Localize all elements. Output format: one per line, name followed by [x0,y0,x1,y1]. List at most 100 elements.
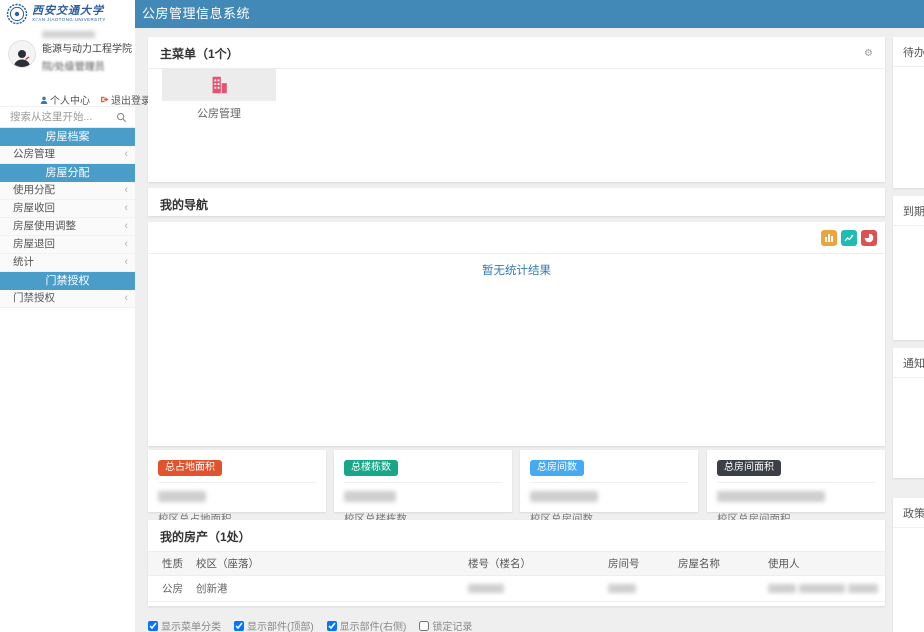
chevron-left-icon: ‹ [124,182,128,199]
sidebar-item-house-reclaim[interactable]: 房屋收回 ‹ [0,200,135,218]
university-name-cn: 西安交通大学 [32,5,106,16]
rail-panel-todo: 待办 [893,37,924,188]
option-show-menu-categories[interactable]: 显示菜单分类 [148,618,221,632]
property-table: 性质 校区（座落） 楼号（楼名） 房间号 房屋名称 使用人 公房 创新港 [148,552,885,602]
cell-campus: 创新港 [190,576,462,602]
search-input[interactable] [8,110,116,124]
rail-panel-title: 到期 [893,196,924,226]
university-name-en: XI'AN JIAOTONG UNIVERSITY [32,18,106,23]
sidebar-item-use-adjustment[interactable]: 房屋使用调整 ‹ [0,218,135,236]
sidebar-item-public-housing[interactable]: 公房管理 ‹ [0,146,135,164]
status-badge: 总房间面积 [717,460,781,476]
university-emblem-icon [6,3,28,25]
user-role-redacted: 院/处级管理员 [42,58,132,73]
menu-section-access-control: 门禁授权 [0,272,135,290]
left-sidebar: 能源与动力工程学院 院/处级管理员 个人中心 退出登录 [0,28,135,632]
divider [717,482,875,483]
line-chart-button[interactable] [841,230,857,246]
building-icon [208,74,230,96]
column-header: 房屋名称 [672,552,762,576]
option-label: 显示部件(右侧) [340,618,407,632]
cell-building-redacted [462,576,602,602]
pie-chart-icon [864,233,874,243]
checkbox[interactable] [419,621,429,631]
cell-users-redacted [762,576,885,602]
search-icon[interactable] [116,112,127,123]
my-navigation-title: 我的导航 [160,196,208,213]
status-badge: 总房间数 [530,460,584,476]
logout-link[interactable]: 退出登录 [100,92,151,107]
rail-panel-title: 通知 [893,348,924,378]
chevron-left-icon: ‹ [124,254,128,271]
tile-label: 公房管理 [162,105,276,121]
sidebar-item-statistics[interactable]: 统计 ‹ [0,254,135,272]
user-name-redacted [42,31,95,38]
rail-panel-policies: 政策 [893,498,924,632]
stat-value-redacted [344,491,396,502]
sidebar-item-use-allocation[interactable]: 使用分配 ‹ [0,182,135,200]
stat-tile-total-land-area: 总占地面积 校区总占地面积 [148,450,326,512]
person-cartoon-icon [12,47,32,67]
sidebar-item-label: 房屋收回 [13,200,55,217]
profile-link[interactable]: 个人中心 [40,92,90,107]
pie-chart-button[interactable] [861,230,877,246]
avatar[interactable] [8,40,36,68]
page-title: 公房管理信息系统 [142,0,250,28]
sidebar-item-label: 使用分配 [13,182,55,199]
my-navigation-card: 我的导航 [148,188,885,216]
housing-system-screen: 公房管理信息系统 西安交通大学 XI'AN JIAOTONG UNIVERSIT… [0,0,924,632]
logout-link-label: 退出登录 [111,92,151,107]
chevron-left-icon: ‹ [124,236,128,253]
sidebar-item-label: 统计 [13,254,34,271]
my-property-title: 我的房产（1处） [160,528,251,545]
my-property-card: 我的房产（1处） 性质 校区（座落） 楼号（楼名） 房间号 房屋名称 使用人 公… [148,520,885,606]
option-lock-records[interactable]: 锁定记录 [419,618,472,632]
user-icon [40,96,48,104]
divider [148,253,885,254]
chevron-left-icon: ‹ [124,218,128,235]
sidebar-item-label: 门禁授权 [13,290,55,307]
sidebar-item-house-return[interactable]: 房屋退回 ‹ [0,236,135,254]
rail-panel-expiring: 到期 [893,196,924,340]
sidebar-item-label: 房屋使用调整 [13,218,76,235]
column-header: 校区（座落） [190,552,462,576]
column-header: 使用人 [762,552,885,576]
column-header: 性质 [148,552,190,576]
column-header: 房间号 [602,552,672,576]
sidebar-item-label: 房屋退回 [13,236,55,253]
stat-value-redacted [530,491,598,502]
main-menu-title: 主菜单（1个） [160,45,239,62]
option-label: 锁定记录 [432,618,472,632]
bar-chart-icon [824,233,834,243]
option-show-widgets-right[interactable]: 显示部件(右侧) [327,618,407,632]
stat-tile-total-rooms: 总房间数 校区总房间数 [520,450,698,512]
stat-value-redacted [717,491,825,502]
cell-type: 公房 [148,576,190,602]
gear-icon[interactable]: ⚙ [864,49,873,59]
search-box [0,106,135,128]
user-department: 能源与动力工程学院 [42,40,132,55]
rail-panel-title: 待办 [893,37,924,67]
cell-room-name [672,576,762,602]
option-label: 显示菜单分类 [161,618,221,632]
line-chart-icon [844,233,854,243]
sidebar-item-access-authorization[interactable]: 门禁授权 ‹ [0,290,135,308]
user-info: 能源与动力工程学院 院/处级管理员 [0,40,135,73]
bar-chart-button[interactable] [821,230,837,246]
tile-public-housing[interactable] [162,68,276,101]
status-badge: 总楼栋数 [344,460,398,476]
menu-section-archive: 房屋档案 [0,128,135,146]
cell-room-number-redacted [602,576,672,602]
checkbox[interactable] [234,621,244,631]
checkbox[interactable] [327,621,337,631]
option-show-widgets-top[interactable]: 显示部件(顶部) [234,618,314,632]
chevron-left-icon: ‹ [124,146,128,163]
rail-panel-notices: 通知 [893,348,924,478]
logout-icon [100,95,109,104]
sidebar-menu: 房屋档案 公房管理 ‹ 房屋分配 使用分配 ‹ 房屋收回 ‹ 房屋使用调整 ‹ … [0,128,135,308]
university-logo[interactable]: 西安交通大学 XI'AN JIAOTONG UNIVERSITY [0,0,135,28]
checkbox[interactable] [148,621,158,631]
divider [158,482,316,483]
table-row[interactable]: 公房 创新港 [148,576,885,602]
stat-tile-total-room-area: 总房间面积 校区总房间面积 [707,450,885,512]
